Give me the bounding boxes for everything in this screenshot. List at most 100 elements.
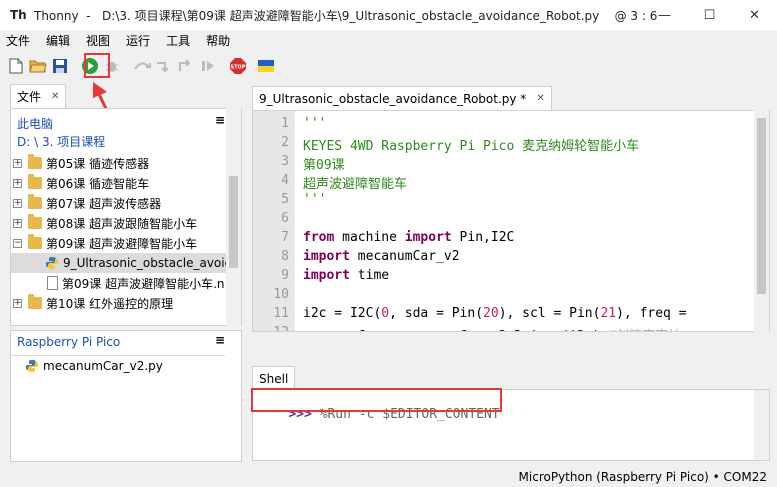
files-panel: 此电脑 D: \ 3. 项目课程 ≡ + 第05课 循迹传感器 + 第06课 循…: [10, 108, 242, 326]
menu-edit[interactable]: 编辑: [46, 32, 70, 49]
expand-icon[interactable]: +: [13, 158, 22, 168]
code-token: time: [349, 268, 390, 283]
menu-file[interactable]: 文件: [6, 32, 30, 49]
tree-item-selected[interactable]: 9_Ultrasonic_obstacle_avoid: [11, 253, 232, 273]
step-into-icon[interactable]: [154, 56, 174, 76]
step-over-icon[interactable]: [132, 56, 152, 76]
tree-item-label: 第06课 循迹智能车: [46, 176, 150, 191]
tree-item[interactable]: + 第10课 红外遥控的原理: [11, 293, 227, 313]
divider: [11, 355, 225, 356]
line-number-gutter: 123456789101112: [253, 111, 295, 331]
tree-item[interactable]: 第09课 超声波避障智能小车.n: [11, 273, 227, 293]
window-title: Thonny - D:\3. 项目课程\第09课 超声波避障智能小车\9_Ult…: [34, 8, 658, 23]
code-line: KEYES 4WD Raspberry Pi Pico 麦克纳姆轮智能小车: [303, 135, 639, 154]
editor-tab-label: 9_Ultrasonic_obstacle_avoidance_Robot.py…: [259, 91, 527, 106]
open-file-icon[interactable]: [28, 56, 48, 76]
tree-item-label: 第10课 红外遥控的原理: [46, 296, 174, 311]
svg-text:STOP: STOP: [231, 65, 246, 71]
line-number: 5: [281, 192, 289, 207]
device-panel: Raspberry Pi Pico ≡ mecanumCar_v2.py: [10, 330, 242, 462]
path-breadcrumb[interactable]: D: \ 3. 项目课程: [17, 133, 105, 150]
code-line: ''': [303, 192, 326, 211]
tab-editor-file[interactable]: 9_Ultrasonic_obstacle_avoidance_Robot.py…: [252, 86, 552, 110]
menu-help[interactable]: 帮助: [206, 32, 230, 49]
maximize-button[interactable]: ☐: [687, 0, 732, 30]
line-number: 12: [259, 325, 289, 331]
tab-files[interactable]: 文件 ✕: [10, 84, 67, 108]
tree-item[interactable]: − 第09课 超声波避障智能小车: [11, 233, 227, 253]
folder-icon: [28, 214, 42, 229]
code-token: #创建麦克纳: [608, 329, 681, 331]
line-number: 2: [281, 135, 289, 150]
file-tree: + 第05课 循迹传感器 + 第06课 循迹智能车 + 第07课 超声波传感器 …: [11, 153, 232, 313]
thonny-logo-icon: Th: [10, 8, 27, 22]
tree-item[interactable]: + 第06课 循迹智能车: [11, 173, 227, 193]
status-bar: MicroPython (Raspberry Pi Pico) • COM22: [0, 466, 777, 487]
shell-scrollbar[interactable]: [754, 390, 769, 460]
code-token: from: [303, 230, 335, 245]
folder-icon: [28, 294, 42, 309]
collapse-icon[interactable]: −: [13, 238, 22, 248]
code-token: ), scl = Pin(: [498, 306, 601, 321]
expand-icon[interactable]: +: [13, 298, 22, 308]
toolbar: STOP: [0, 52, 777, 80]
computer-link[interactable]: 此电脑: [17, 115, 53, 132]
run-button-highlight: [84, 53, 110, 78]
line-number: 3: [281, 154, 289, 169]
tree-item-label: 第09课 超声波避障智能小车.n: [62, 276, 225, 291]
minimize-button[interactable]: —: [642, 0, 687, 30]
code-line: mecanumCar = mecanumCar_v2.Driver(i2c) #…: [303, 325, 681, 331]
code-token: import: [303, 268, 350, 283]
code-token: mecanumCar = mecanumCar_v2.Driver(i2c): [303, 329, 608, 331]
menu-run[interactable]: 运行: [126, 32, 150, 49]
tree-item[interactable]: + 第07课 超声波传感器: [11, 193, 227, 213]
code-token: i2c = I2C(: [303, 306, 382, 321]
tab-shell[interactable]: Shell: [252, 366, 296, 390]
stop-icon[interactable]: STOP: [228, 56, 248, 76]
code-token: ''': [303, 192, 327, 207]
line-number: 9: [281, 268, 289, 283]
step-out-icon[interactable]: [176, 56, 196, 76]
tree-item[interactable]: + 第05课 循迹传感器: [11, 153, 227, 173]
code-token: 21: [600, 306, 617, 321]
scrollbar-thumb[interactable]: [757, 118, 766, 294]
code-line: ''': [303, 116, 326, 135]
save-icon[interactable]: [50, 56, 70, 76]
code-token: Pin,I2C: [451, 230, 515, 245]
close-icon[interactable]: ✕: [536, 93, 544, 104]
files-scrollbar[interactable]: [226, 108, 241, 326]
expand-icon[interactable]: +: [13, 218, 22, 228]
device-file-item[interactable]: mecanumCar_v2.py: [25, 359, 163, 373]
code-token: ''': [303, 116, 327, 131]
code-token: KEYES 4WD Raspberry Pi Pico 麦克纳姆轮智能小车: [303, 139, 640, 154]
interpreter-status[interactable]: MicroPython (Raspberry Pi Pico) • COM22: [519, 470, 767, 484]
code-line: 第09课: [303, 154, 345, 173]
panel-menu-icon[interactable]: ≡: [215, 333, 225, 347]
expand-icon[interactable]: +: [13, 178, 22, 188]
tree-item-label: 第09课 超声波避障智能小车: [46, 236, 198, 251]
line-number: 8: [281, 249, 289, 264]
close-icon[interactable]: ✕: [51, 91, 59, 102]
editor-scrollbar[interactable]: [754, 110, 769, 332]
code-token: 超声波避障智能车: [303, 177, 408, 192]
new-file-icon[interactable]: [6, 56, 26, 76]
code-editor[interactable]: 123456789101112 '''KEYES 4WD Raspberry P…: [252, 110, 770, 332]
menu-tools[interactable]: 工具: [166, 32, 190, 49]
folder-icon: [28, 234, 42, 249]
line-number: 4: [281, 173, 289, 188]
resume-icon[interactable]: [198, 56, 218, 76]
scrollbar-thumb[interactable]: [229, 176, 238, 268]
tree-item-label: 第07课 超声波传感器: [46, 196, 162, 211]
flag-icon[interactable]: [256, 56, 276, 76]
code-token: import: [404, 230, 452, 245]
code-line: from machine import Pin,I2C: [303, 230, 514, 249]
code-line: i2c = I2C(0, sda = Pin(20), scl = Pin(21…: [303, 306, 694, 325]
shell-command-highlight: [251, 388, 502, 412]
menu-view[interactable]: 视图: [86, 32, 110, 49]
python-file-icon: [46, 257, 58, 269]
tree-item[interactable]: + 第08课 超声波跟随智能小车: [11, 213, 227, 233]
close-button[interactable]: ✕: [732, 0, 777, 30]
expand-icon[interactable]: +: [13, 198, 22, 208]
tree-item-label: 第08课 超声波跟随智能小车: [46, 216, 198, 231]
panel-menu-icon[interactable]: ≡: [215, 113, 225, 127]
